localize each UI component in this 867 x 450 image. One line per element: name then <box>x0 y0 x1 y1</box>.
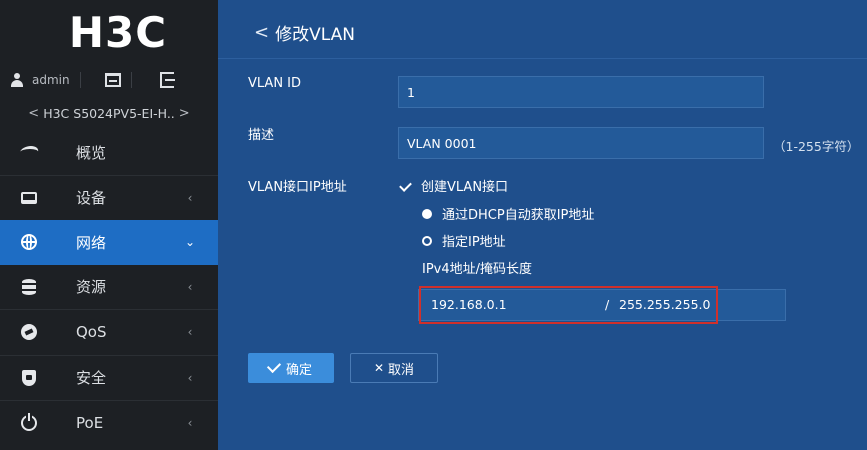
shield-icon <box>22 369 36 386</box>
prev-device-arrow[interactable]: < <box>28 106 39 121</box>
sidebar-item-label: QoS <box>76 323 107 342</box>
radio-selected-icon <box>422 208 432 219</box>
description-length-hint: （1-255字符） <box>773 139 860 154</box>
check-icon <box>266 358 282 374</box>
close-icon: ✕ <box>373 361 385 375</box>
sidebar-item-security[interactable]: 安全 ‹ <box>0 356 218 401</box>
chevron-down-icon: ⌄ <box>184 235 196 250</box>
description-input[interactable]: VLAN 0001 <box>398 127 764 159</box>
cancel-button[interactable]: ✕ 取消 <box>350 353 438 383</box>
sidebar-item-label: 概览 <box>76 143 107 162</box>
cancel-button-label: 取消 <box>388 362 415 378</box>
sidebar-item-label: 资源 <box>76 278 107 297</box>
device-name: H3C S5024PV5-EI-H.. <box>43 105 175 121</box>
sidebar-item-network[interactable]: 网络 ⌄ <box>0 220 218 265</box>
globe-icon <box>21 234 37 251</box>
chevron-left-icon: ‹ <box>187 190 193 205</box>
user-bar: admin <box>0 64 218 96</box>
divider <box>79 72 81 88</box>
username: admin <box>32 73 70 87</box>
overview-icon <box>18 146 40 159</box>
back-arrow-icon[interactable]: < <box>254 22 269 43</box>
sidebar: H3C admin < H3C S5024PV5-EI-H.. > 概览 设备 … <box>0 0 218 450</box>
chevron-left-icon: ‹ <box>187 279 193 294</box>
create-vlan-interface-checkbox[interactable]: 创建VLAN接口 <box>399 176 508 195</box>
save-icon[interactable] <box>104 73 121 87</box>
ipv4-mask-label: IPv4地址/掩码长度 <box>422 262 533 277</box>
sidebar-item-resource[interactable]: 资源 ‹ <box>0 265 218 310</box>
ok-button[interactable]: 确定 <box>248 353 334 383</box>
radio-icon <box>422 235 432 246</box>
radio-dhcp-label: 通过DHCP自动获取IP地址 <box>442 208 595 223</box>
chevron-left-icon: ‹ <box>187 370 193 385</box>
user-icon <box>10 73 24 87</box>
sidebar-item-overview[interactable]: 概览 <box>0 130 218 175</box>
vlan-id-label: VLAN ID <box>248 76 302 91</box>
ip-address-value[interactable]: 192.168.0.1 <box>431 297 507 312</box>
radio-static-ip[interactable]: 指定IP地址 <box>422 231 506 250</box>
divider <box>130 72 132 88</box>
database-icon <box>22 278 36 295</box>
page-title: < 修改VLAN <box>254 20 355 45</box>
create-vlan-interface-label: 创建VLAN接口 <box>421 180 509 195</box>
radio-dhcp[interactable]: 通过DHCP自动获取IP地址 <box>422 204 594 223</box>
sidebar-item-qos[interactable]: QoS ‹ <box>0 310 218 355</box>
sidebar-item-device[interactable]: 设备 ‹ <box>0 176 218 221</box>
ok-button-label: 确定 <box>285 362 312 378</box>
device-switcher: < H3C S5024PV5-EI-H.. > <box>0 96 218 130</box>
chevron-left-icon: ‹ <box>187 325 193 340</box>
divider <box>218 58 867 59</box>
h3c-logo: H3C <box>68 7 168 57</box>
vlan-id-input[interactable]: 1 <box>398 76 764 108</box>
logout-icon[interactable] <box>159 72 175 88</box>
sidebar-item-label: PoE <box>76 414 104 433</box>
sidebar-item-poe[interactable]: PoE ‹ <box>0 401 218 446</box>
sidebar-item-label: 网络 <box>76 233 107 252</box>
main-panel: < 修改VLAN VLAN ID 1 描述 VLAN 0001 （1-255字符… <box>218 0 867 450</box>
checkmark-icon <box>399 179 413 193</box>
next-device-arrow[interactable]: > <box>179 106 190 121</box>
sidebar-item-label: 设备 <box>76 189 107 208</box>
vlan-id-value: 1 <box>407 84 415 100</box>
mask-value[interactable]: 255.255.255.0 <box>619 297 710 312</box>
chevron-left-icon: ‹ <box>187 416 193 431</box>
ip-mask-separator: / <box>605 297 610 312</box>
sidebar-item-label: 安全 <box>76 369 107 388</box>
page-title-text: 修改VLAN <box>275 25 355 45</box>
description-label: 描述 <box>248 128 275 143</box>
vlan-interface-ip-label: VLAN接口IP地址 <box>248 180 347 195</box>
description-value: VLAN 0001 <box>407 135 477 151</box>
radio-static-label: 指定IP地址 <box>442 235 506 250</box>
power-icon <box>21 413 37 432</box>
qos-icon <box>21 324 37 341</box>
device-icon <box>21 191 37 204</box>
